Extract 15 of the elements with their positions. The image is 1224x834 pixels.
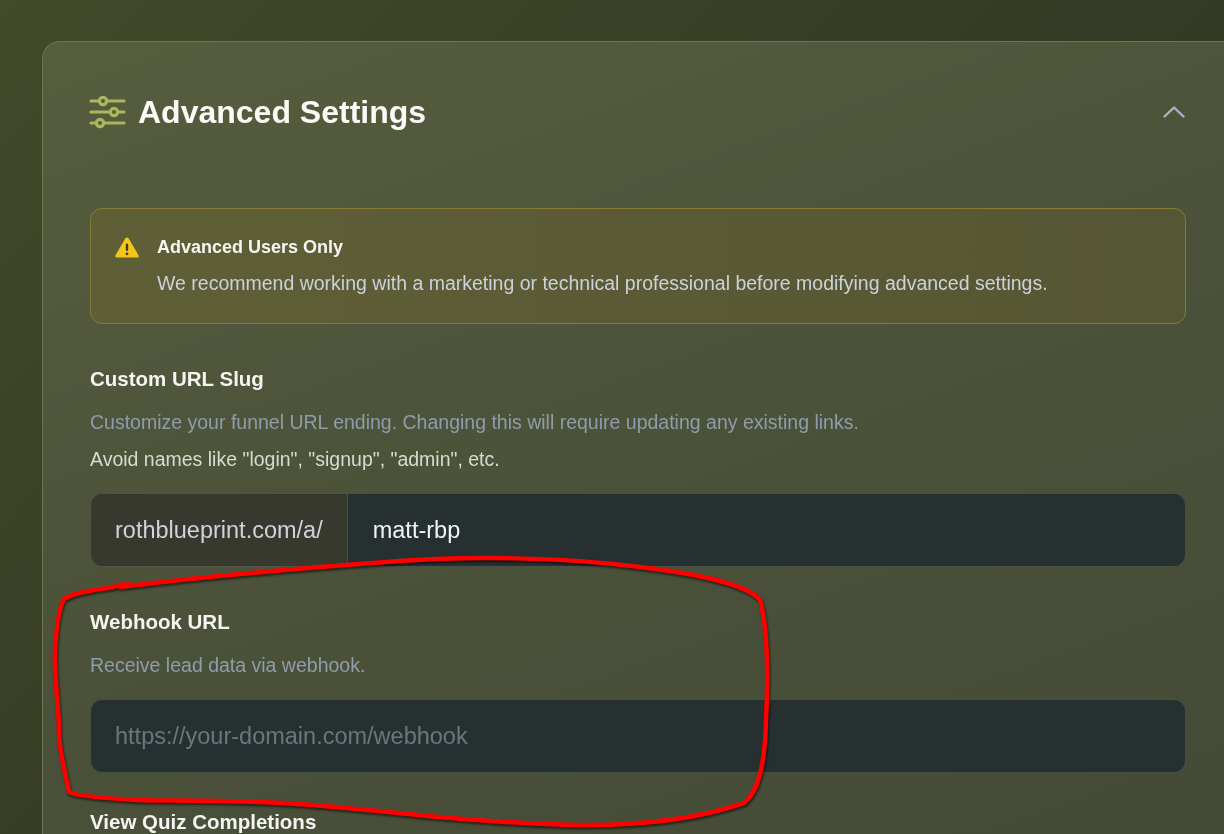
help-text: Receive lead data via webhook.: [90, 653, 367, 677]
field-label: Custom URL Slug: [90, 367, 265, 391]
field-label: Webhook URL: [90, 610, 231, 634]
help-text: Customize your funnel URL ending. Changing this will require updating any existing links.: [90, 410, 860, 434]
note-text: Avoid names like "login", "signup", "admin", etc.: [90, 447, 501, 471]
notice-message: We recommend working with a marketing or technical professional before modifying advanced settings.: [157, 271, 1048, 295]
sliders-icon: [89, 95, 126, 129]
chevron-up-icon[interactable]: [1163, 106, 1185, 118]
warning-icon: [115, 237, 139, 258]
url-prefix: rothblueprint.com/a/: [90, 493, 347, 567]
panel-title: Advanced Settings: [138, 93, 428, 132]
field-label: View Quiz Completions: [90, 812, 318, 832]
url-input[interactable]: https://your-domain.com/webhook: [90, 699, 1186, 773]
notice-title: Advanced Users Only: [157, 236, 345, 259]
slug-input[interactable]: matt-rbp: [346, 493, 1186, 567]
